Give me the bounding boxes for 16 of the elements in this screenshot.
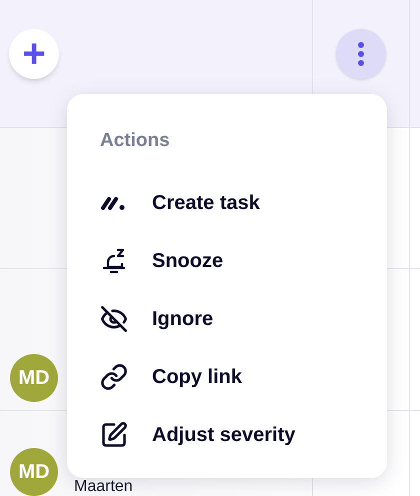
avatar: MD <box>10 354 58 402</box>
more-icon <box>358 42 364 66</box>
menu-item[interactable]: Ignore <box>100 289 387 349</box>
snooze-bell-icon <box>100 247 128 275</box>
menu-heading: Actions <box>100 129 171 153</box>
menu-item[interactable]: Copy link <box>100 347 387 407</box>
menu-item[interactable]: Create task <box>100 173 387 233</box>
user-name: Maarten <box>74 479 133 496</box>
edit-icon <box>100 421 128 449</box>
menu-item[interactable]: Snooze <box>100 231 387 291</box>
link-icon <box>100 363 128 391</box>
menu-item[interactable]: Adjust severity <box>100 405 387 465</box>
more-button[interactable] <box>336 29 386 79</box>
add-button[interactable]: + <box>9 29 59 79</box>
eye-off-icon <box>100 305 128 333</box>
avatar: MD <box>10 448 58 496</box>
